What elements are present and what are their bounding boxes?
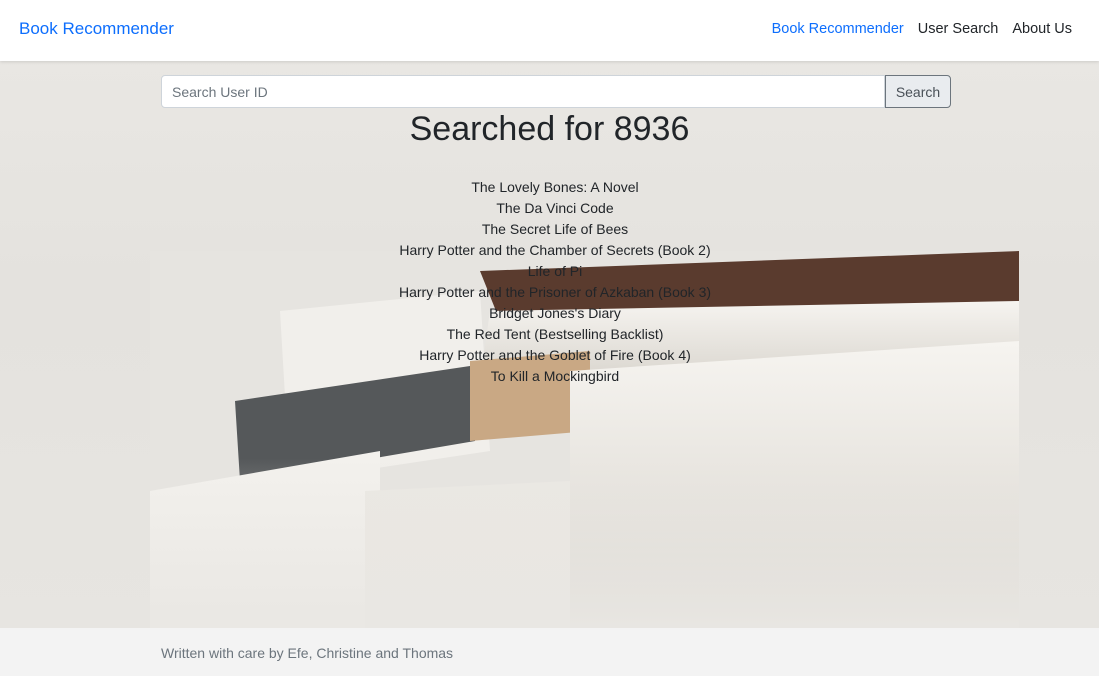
footer-credits: Written with care by Efe, Christine and … (161, 645, 454, 661)
list-item: Harry Potter and the Goblet of Fire (Boo… (419, 347, 691, 363)
list-item: Harry Potter and the Chamber of Secrets … (399, 242, 711, 258)
navbar-brand[interactable]: Book Recommender (19, 19, 174, 39)
nav-links: Book Recommender User Search About Us (772, 21, 1072, 37)
list-item: Harry Potter and the Prisoner of Azkaban… (398, 284, 712, 300)
list-item: The Lovely Bones: A Novel (471, 179, 639, 195)
list-item: The Secret Life of Bees (481, 221, 629, 237)
search-button[interactable]: Search (885, 75, 951, 108)
footer: Written with care by Efe, Christine and … (0, 628, 1099, 676)
recommended-books-list: The Lovely Bones: A Novel The Da Vinci C… (0, 177, 1099, 387)
results-heading: Searched for 8936 (409, 110, 690, 148)
list-item: To Kill a Mockingbird (490, 368, 620, 384)
list-item: Bridget Jones's Diary (489, 305, 621, 321)
navbar: Book Recommender Book Recommender User S… (0, 0, 1099, 61)
search-bar: Search (161, 75, 951, 108)
list-item: Life of Pi (527, 263, 583, 279)
list-item: The Red Tent (Bestselling Backlist) (446, 326, 664, 342)
nav-link-about-us[interactable]: About Us (1012, 21, 1072, 37)
nav-link-book-recommender[interactable]: Book Recommender (772, 21, 904, 37)
search-input[interactable] (161, 75, 885, 108)
nav-link-user-search[interactable]: User Search (918, 21, 999, 37)
list-item: The Da Vinci Code (496, 200, 614, 216)
